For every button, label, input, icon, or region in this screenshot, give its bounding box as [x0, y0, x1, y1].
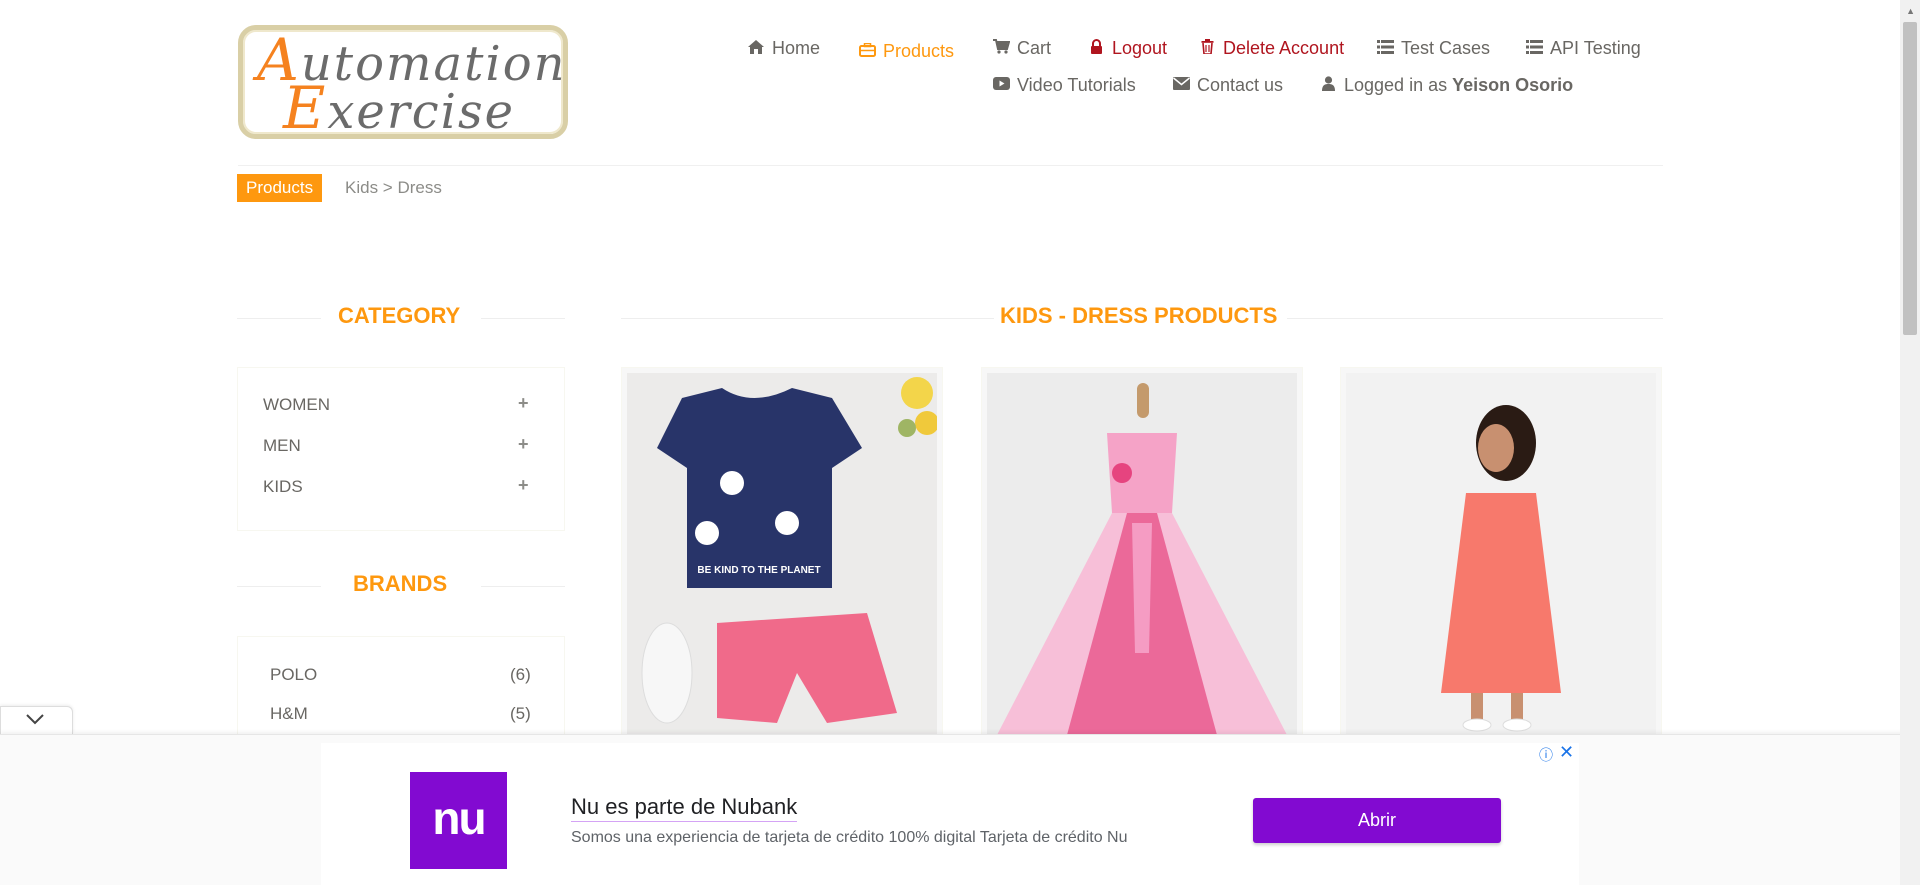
product-image[interactable]	[1346, 373, 1656, 735]
category-women-expand-icon[interactable]: +	[518, 393, 529, 414]
brands-title: BRANDS	[353, 571, 448, 596]
home-icon	[748, 39, 764, 58]
products-title-line-left	[621, 318, 994, 319]
nav-logged-in-as: Logged in as Yeison Osorio	[1320, 75, 1573, 96]
chevron-down-icon	[26, 712, 44, 730]
nav-products[interactable]: Products	[859, 41, 954, 62]
breadcrumb-path: Kids > Dress	[345, 178, 442, 197]
product-card: BE KIND TO THE PLANET	[621, 367, 943, 737]
cart-icon	[993, 39, 1011, 58]
logo-text-line2: xercise	[327, 84, 516, 140]
category-title-line-right	[481, 318, 565, 319]
page-scrollbar[interactable]: ▲	[1900, 0, 1920, 885]
brand-hm-count: (5)	[510, 704, 531, 723]
ad-close-icon[interactable]: ✕	[1559, 742, 1574, 763]
category-women[interactable]: WOMEN	[263, 395, 330, 415]
category-title: CATEGORY	[338, 303, 461, 328]
logged-in-username: Yeison Osorio	[1452, 75, 1574, 95]
nav-video-tutorials[interactable]: Video Tutorials	[993, 75, 1136, 96]
nav-cart-label: Cart	[1017, 38, 1052, 58]
lock-icon	[1088, 39, 1104, 58]
briefcase-icon	[859, 42, 876, 61]
header-divider	[238, 165, 1663, 166]
category-men[interactable]: MEN	[263, 436, 301, 456]
nav-contact-us-label: Contact us	[1197, 75, 1284, 95]
nav-home[interactable]: Home	[748, 38, 820, 59]
nav-api-testing-label: API Testing	[1550, 38, 1641, 58]
products-title: KIDS - DRESS PRODUCTS	[1000, 303, 1278, 328]
product-image[interactable]: BE KIND TO THE PLANET	[627, 373, 937, 735]
nav-logout-label: Logout	[1112, 38, 1168, 58]
category-kids[interactable]: KIDS	[263, 477, 303, 497]
ad-open-button[interactable]: Abrir	[1253, 798, 1501, 843]
list-icon	[1377, 39, 1394, 58]
brands-title-line-left	[237, 586, 321, 587]
ad-title[interactable]: Nu es parte de Nubank	[571, 794, 798, 822]
trash-icon	[1199, 39, 1215, 58]
user-icon	[1320, 76, 1336, 95]
category-title-line-left	[237, 318, 321, 319]
scroll-up-arrow-icon[interactable]: ▲	[1906, 6, 1915, 16]
nav-video-tutorials-label: Video Tutorials	[1017, 75, 1136, 95]
scrollbar-thumb[interactable]	[1903, 22, 1917, 335]
youtube-play-icon	[993, 77, 1010, 94]
ad-collapse-toggle[interactable]	[0, 706, 73, 734]
nav-delete-account[interactable]: Delete Account	[1199, 38, 1344, 59]
logo-cap-e: E	[283, 74, 328, 142]
nav-test-cases[interactable]: Test Cases	[1377, 38, 1490, 59]
product-card	[981, 367, 1303, 737]
envelope-icon	[1173, 77, 1190, 94]
ad-info-icon[interactable]: ⓘ	[1539, 745, 1553, 765]
breadcrumb-products[interactable]: Products	[237, 174, 323, 202]
brands-title-line-right	[481, 586, 565, 587]
nav-home-label: Home	[772, 38, 821, 58]
products-title-line-right	[1287, 318, 1663, 319]
category-men-expand-icon[interactable]: +	[518, 434, 529, 455]
nav-contact-us[interactable]: Contact us	[1173, 75, 1283, 96]
brand-polo[interactable]: POLO	[270, 665, 317, 685]
brand-hm[interactable]: H&M	[270, 704, 308, 724]
nav-delete-account-label: Delete Account	[1223, 38, 1345, 58]
category-kids-expand-icon[interactable]: +	[518, 475, 529, 496]
brand-polo-count: (6)	[510, 665, 531, 684]
nav-test-cases-label: Test Cases	[1401, 38, 1491, 58]
ad-description: Somos una experiencia de tarjeta de créd…	[571, 829, 1128, 846]
nav-cart[interactable]: Cart	[993, 38, 1051, 59]
product-card	[1340, 367, 1662, 737]
logged-in-label: Logged in as	[1344, 75, 1448, 95]
site-logo[interactable]: Automation Exercise	[238, 25, 568, 139]
product-image[interactable]	[987, 373, 1297, 735]
nav-api-testing[interactable]: API Testing	[1526, 38, 1641, 59]
nav-products-label: Products	[883, 41, 955, 61]
list-icon	[1526, 39, 1543, 58]
nav-logout[interactable]: Logout	[1088, 38, 1167, 59]
svg-text:BE KIND TO THE PLANET: BE KIND TO THE PLANET	[697, 565, 820, 576]
ad-brand-logo[interactable]: nu	[410, 772, 507, 869]
